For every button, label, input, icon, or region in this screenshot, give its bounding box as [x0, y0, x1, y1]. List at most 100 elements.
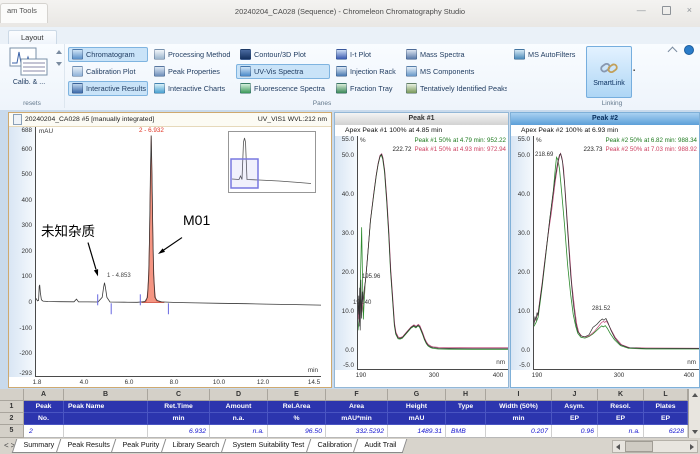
header-cell[interactable]: min: [486, 413, 552, 425]
button-peak-properties[interactable]: Peak Properties: [150, 64, 234, 79]
header-cell[interactable]: min: [148, 413, 210, 425]
sheet-tab-system-suitability[interactable]: System Suitability Test: [221, 439, 315, 453]
smartlink-dropdown-icon[interactable]: ▪: [633, 68, 635, 74]
collapse-ribbon-icon[interactable]: [668, 47, 678, 57]
peak1-spectrum-plot[interactable]: % Peak #1 50% at 4.79 min: 952.22 222.72…: [357, 136, 508, 370]
sheet-tab-audit-trail[interactable]: Audit Trail: [353, 439, 408, 453]
peak2-title-bar[interactable]: Peak #2: [511, 113, 699, 125]
table-cell-width[interactable]: 0.207: [486, 425, 552, 438]
button-ms-components[interactable]: MS Components: [402, 64, 508, 79]
scroll-right-icon[interactable]: [690, 444, 694, 450]
table-scrollbar[interactable]: [688, 413, 700, 425]
table-scroll-down[interactable]: [688, 425, 700, 438]
button-injection-rack[interactable]: Injection Rack: [332, 64, 400, 79]
chromatogram-plot[interactable]: mAU 2 - 6.932 1 - 4.853 未知杂质 M01 min: [35, 127, 321, 377]
chromatogram-panel[interactable]: 20240204_CA028 #5 [manually integrated] …: [8, 112, 332, 388]
header-cell[interactable]: mAU*min: [326, 413, 388, 425]
column-letter[interactable]: A: [24, 389, 64, 401]
close-button[interactable]: ×: [687, 5, 692, 15]
table-cell-peak-no[interactable]: 2: [24, 425, 64, 438]
table-cell-height[interactable]: 1489.31: [388, 425, 446, 438]
overview-inset[interactable]: [228, 131, 316, 193]
button-processing-method[interactable]: Processing Method: [150, 47, 234, 62]
row-number[interactable]: 1: [0, 401, 24, 413]
column-letter[interactable]: F: [326, 389, 388, 401]
peak1-title-bar[interactable]: Peak #1: [335, 113, 508, 125]
column-letter[interactable]: D: [210, 389, 268, 401]
table-cell-resol[interactable]: n.a.: [598, 425, 644, 438]
scrollbar-thumb[interactable]: [625, 441, 653, 452]
header-cell[interactable]: %: [268, 413, 326, 425]
scroll-left-icon[interactable]: [616, 444, 620, 450]
column-letter[interactable]: B: [64, 389, 148, 401]
header-cell[interactable]: Height: [388, 401, 446, 413]
button-interactive-results[interactable]: Interactive Results: [68, 81, 148, 96]
button-contour-3d-plot[interactable]: Contour/3D Plot: [236, 47, 330, 62]
button-calibration-plot[interactable]: Calibration Plot: [68, 64, 148, 79]
header-cell[interactable]: Width (50%): [486, 401, 552, 413]
table-cell-amount[interactable]: n.a.: [210, 425, 268, 438]
column-letter[interactable]: I: [486, 389, 552, 401]
header-cell[interactable]: EP: [598, 413, 644, 425]
header-cell[interactable]: n.a.: [210, 413, 268, 425]
button-mass-spectra[interactable]: Mass Spectra: [402, 47, 508, 62]
button-i-t-plot[interactable]: I-t Plot: [332, 47, 400, 62]
header-cell[interactable]: Type: [446, 401, 486, 413]
table-cell-asym[interactable]: 0.96: [552, 425, 598, 438]
button-interactive-charts[interactable]: Interactive Charts: [150, 81, 234, 96]
column-letter[interactable]: L: [644, 389, 688, 401]
help-icon[interactable]: [684, 45, 694, 55]
header-cell[interactable]: Asym.: [552, 401, 598, 413]
column-letter[interactable]: C: [148, 389, 210, 401]
header-cell[interactable]: Ret.Time: [148, 401, 210, 413]
table-cell-rel-area[interactable]: 96.50: [268, 425, 326, 438]
peak2-panel[interactable]: Peak #2 Apex Peak #2 100% at 6.93 min 55…: [510, 112, 700, 388]
peak1-panel[interactable]: Peak #1 Apex Peak #1 100% at 4.85 min 55…: [334, 112, 509, 388]
button-ms-autofilters[interactable]: MS AutoFilters: [510, 47, 584, 62]
table-cell-area[interactable]: 332.5292: [326, 425, 388, 438]
header-cell[interactable]: EP: [644, 413, 688, 425]
table-scroll-up[interactable]: [688, 389, 700, 401]
header-cell[interactable]: Amount: [210, 401, 268, 413]
tabs-scroll-left[interactable]: <: [4, 441, 9, 450]
minimize-button[interactable]: —: [637, 5, 646, 15]
header-cell[interactable]: No.: [24, 413, 64, 425]
table-cell-peak-name[interactable]: [64, 425, 148, 438]
column-letter[interactable]: E: [268, 389, 326, 401]
table-scrollbar[interactable]: [688, 401, 700, 413]
button-fluorescence-spectra[interactable]: Fluorescence Spectra: [236, 81, 330, 96]
row-number[interactable]: 5: [0, 425, 24, 438]
calibration-preset-button[interactable]: Calib. & ...: [5, 46, 53, 96]
header-cell[interactable]: Area: [326, 401, 388, 413]
header-cell[interactable]: Resol.: [598, 401, 644, 413]
sheet-tab-library-search[interactable]: Library Search: [161, 439, 230, 453]
button-chromatogram[interactable]: Chromatogram: [68, 47, 148, 62]
header-cell[interactable]: [64, 413, 148, 425]
header-cell[interactable]: Peak Name: [64, 401, 148, 413]
corner-cell[interactable]: [0, 389, 24, 401]
scroll-up-icon[interactable]: [56, 50, 62, 54]
header-cell[interactable]: Rel.Area: [268, 401, 326, 413]
zoom-region-rect[interactable]: [231, 159, 258, 188]
preset-scroll[interactable]: [56, 50, 62, 66]
column-letter[interactable]: J: [552, 389, 598, 401]
row-number[interactable]: 2: [0, 413, 24, 425]
horizontal-scrollbar[interactable]: [612, 440, 698, 453]
table-cell-ret-time[interactable]: 6.932: [148, 425, 210, 438]
restore-button[interactable]: [662, 6, 671, 15]
button-tentatively-identified-peaks[interactable]: Tentatively Identified Peaks: [402, 81, 508, 96]
header-cell[interactable]: mAU: [388, 413, 446, 425]
button-fraction-tray[interactable]: Fraction Tray: [332, 81, 400, 96]
column-letter[interactable]: G: [388, 389, 446, 401]
header-cell[interactable]: Plates: [644, 401, 688, 413]
peak2-spectrum-plot[interactable]: % Peak #2 50% at 6.82 min: 988.34 223.73…: [533, 136, 699, 370]
button-uv-vis-spectra[interactable]: UV-Vis Spectra: [236, 64, 330, 79]
smartlink-button[interactable]: SmartLink: [586, 46, 632, 98]
column-letter[interactable]: K: [598, 389, 644, 401]
header-cell[interactable]: EP: [552, 413, 598, 425]
table-cell-type[interactable]: BMB: [446, 425, 486, 438]
scroll-down-icon[interactable]: [56, 62, 62, 66]
header-cell[interactable]: [446, 413, 486, 425]
column-letter[interactable]: H: [446, 389, 486, 401]
header-cell[interactable]: Peak: [24, 401, 64, 413]
